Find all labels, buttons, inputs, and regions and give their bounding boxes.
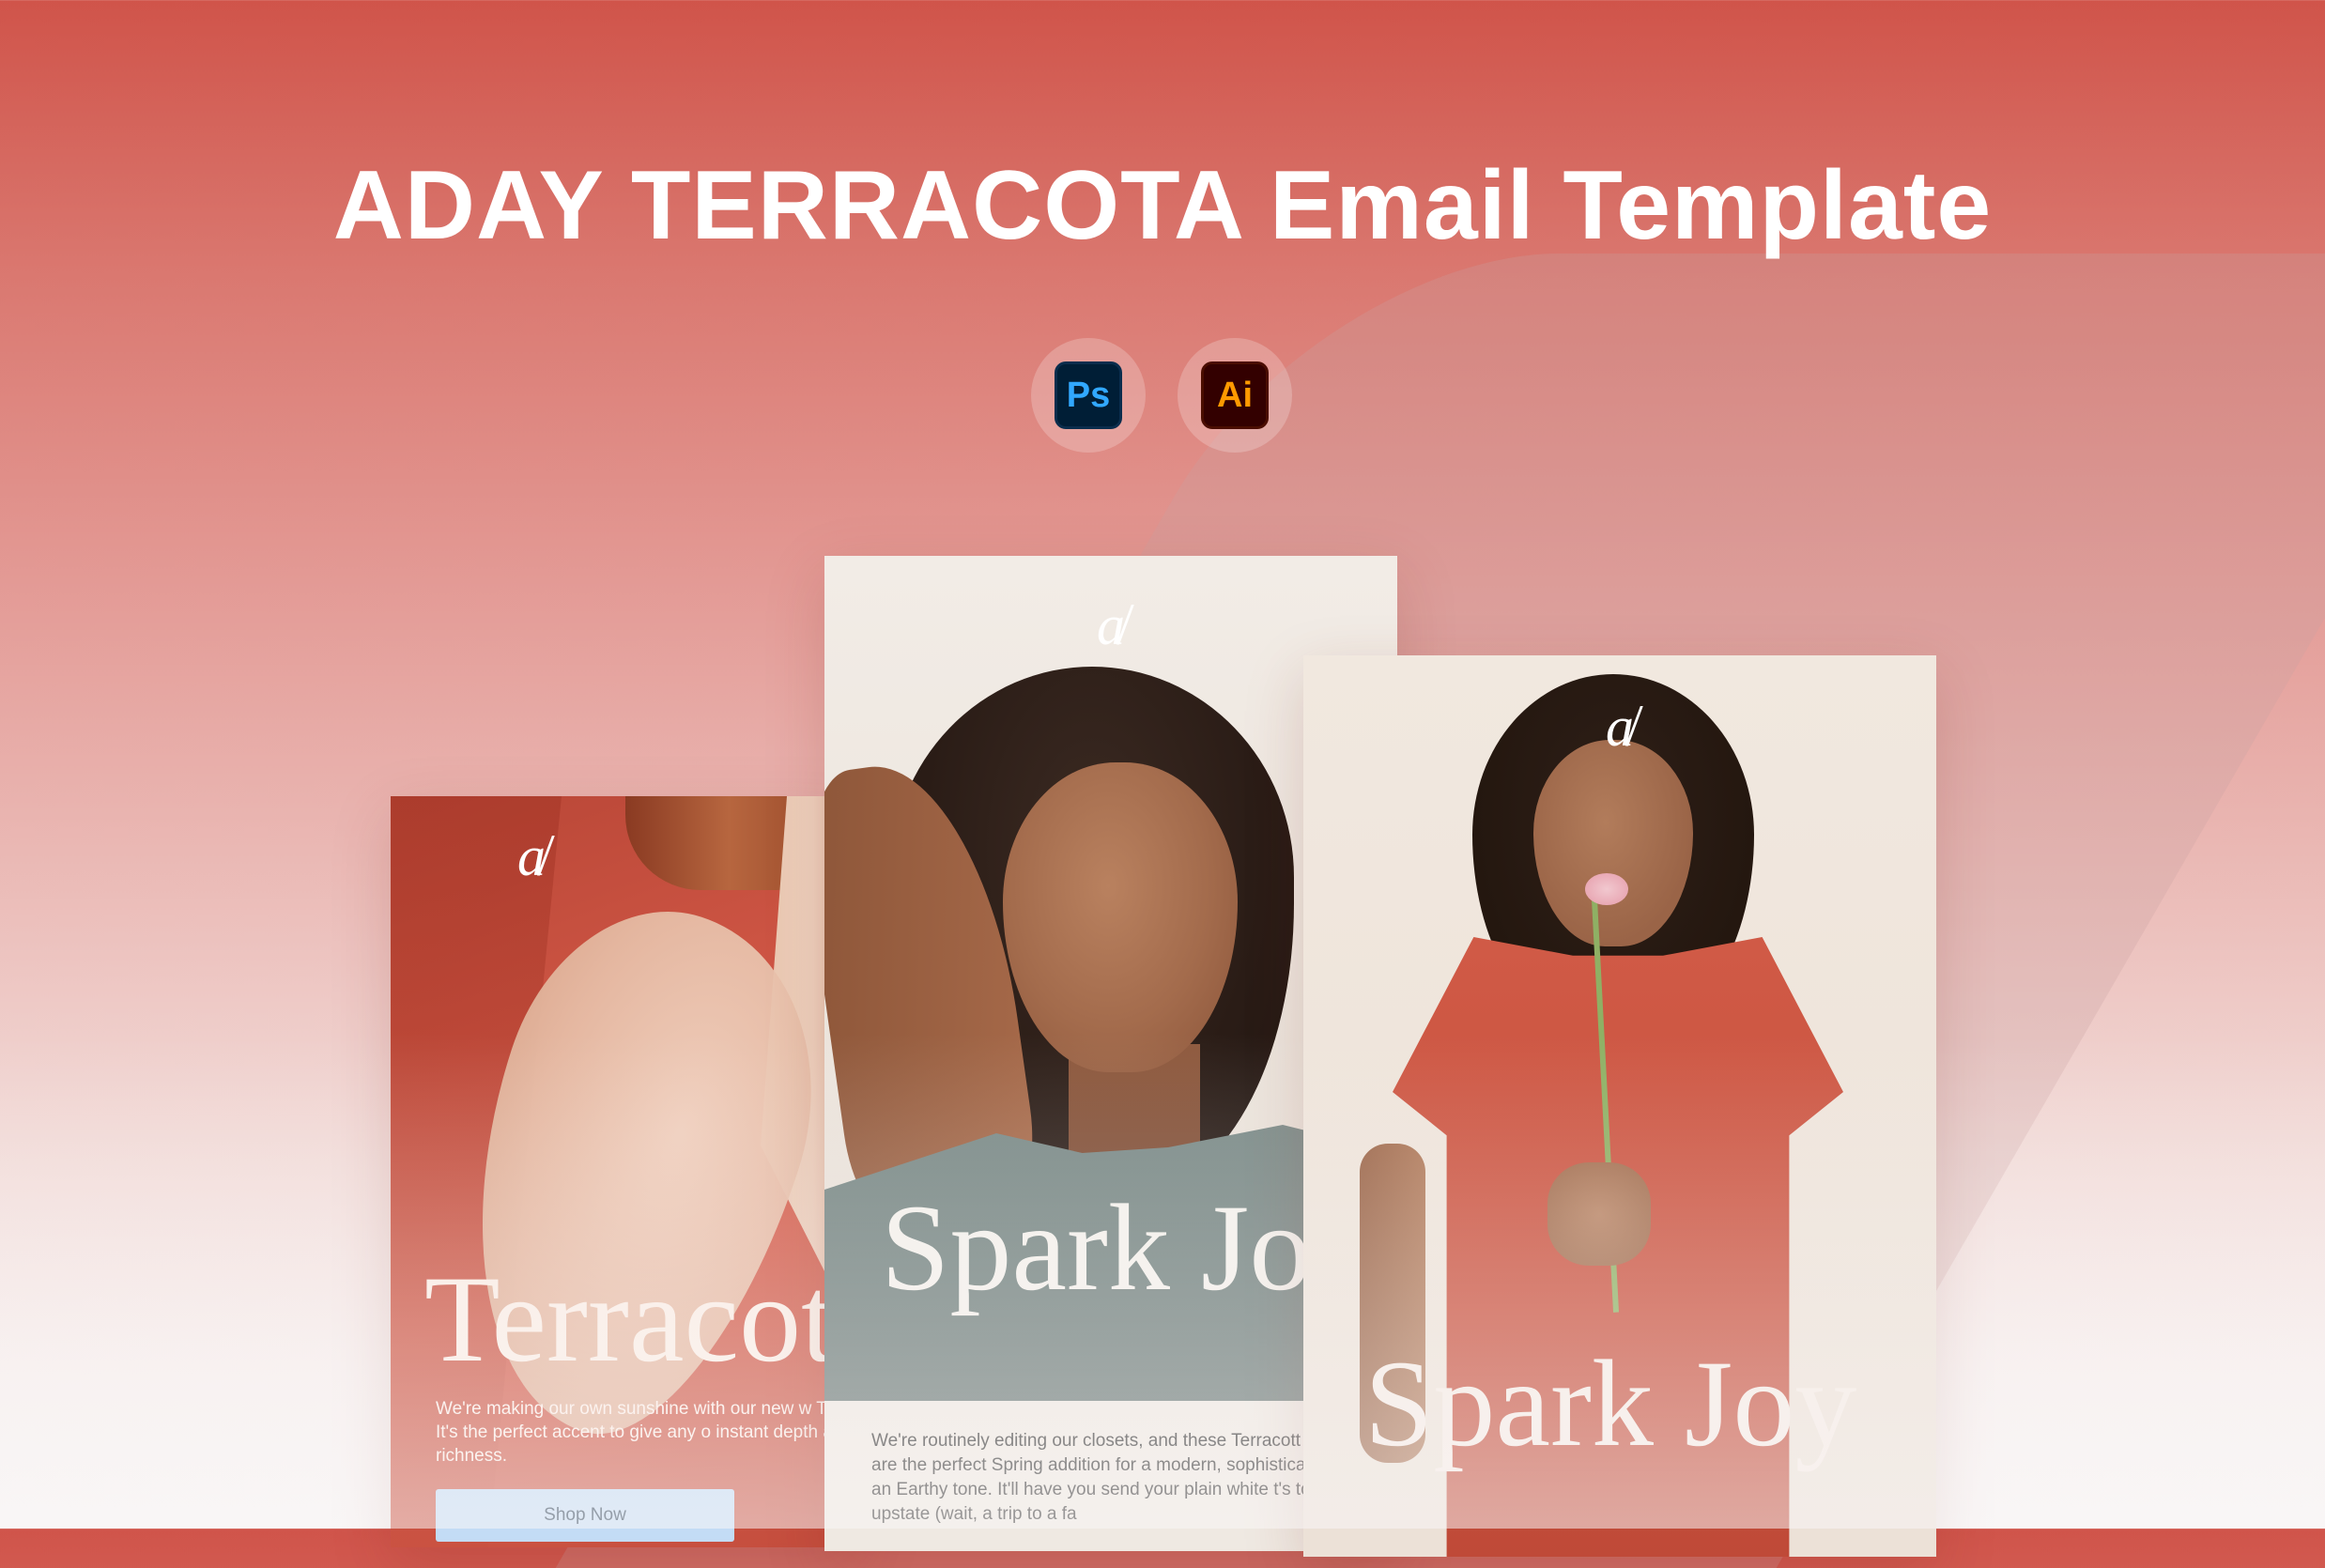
- illustrator-badge: Ai: [1178, 338, 1292, 453]
- face-shape: [1533, 740, 1693, 946]
- brand-logo: a̸: [1606, 696, 1634, 758]
- illustrator-icon: Ai: [1201, 361, 1269, 429]
- brand-logo: a̸: [517, 825, 546, 887]
- page-title: ADAY TERRACOTA Email Template: [332, 151, 1993, 260]
- photoshop-icon: Ps: [1055, 361, 1122, 429]
- brand-logo: a̸: [1097, 594, 1125, 656]
- email-headline: Terracot: [424, 1250, 836, 1388]
- email-preview-terracotta: a̸ Terracot We're making our own sunshin…: [391, 796, 860, 1547]
- face-shape: [1003, 762, 1238, 1072]
- photoshop-badge: Ps: [1031, 338, 1146, 453]
- hand-shape: [1547, 1162, 1651, 1266]
- email-preview-spark-joy-flower: a̸ Spark Joy: [1303, 655, 1936, 1557]
- email-headline: Spark Joy: [1364, 1334, 1857, 1472]
- email-body-text: We're making our own sunshine with our n…: [436, 1399, 860, 1466]
- email-headline: Spark Joy: [881, 1178, 1374, 1316]
- flower-icon: [1585, 873, 1628, 905]
- shop-now-button[interactable]: Shop Now: [436, 1489, 734, 1542]
